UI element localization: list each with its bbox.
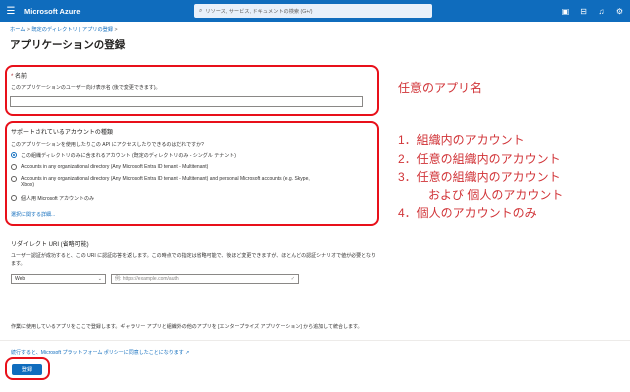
search-placeholder: リソース, サービス, ドキュメントの検索 (G+/) bbox=[205, 8, 313, 15]
redirect-uri-description-1: ユーザー認証が成功すると、この URI に認証応答を返します。この時点での指定は… bbox=[11, 253, 376, 259]
radio-checked-icon[interactable] bbox=[11, 152, 17, 158]
register-button[interactable]: 登録 bbox=[12, 364, 42, 375]
check-icon: ✓ bbox=[290, 276, 295, 282]
name-label: * 名前 bbox=[11, 71, 27, 80]
platform-select-value: Web bbox=[15, 276, 26, 282]
radio-multitenant-personal-label-line1: Accounts in any organizational directory… bbox=[21, 176, 310, 182]
radio-multitenant-personal[interactable]: Accounts in any organizational directory… bbox=[11, 176, 310, 188]
search-input[interactable]: ⌕ リソース, サービス, ドキュメントの検索 (G+/) bbox=[194, 4, 432, 18]
redirect-uri-description-2: ます。 bbox=[11, 261, 26, 267]
top-bar: ☰ Microsoft Azure ⌕ リソース, サービス, ドキュメントの検… bbox=[0, 0, 630, 22]
footer-note-text: 作業に使用しているアプリをここで登録します。ギャラリー アプリと組織外の他のアプ… bbox=[11, 324, 363, 330]
cloud-shell-icon[interactable]: ▣ bbox=[561, 7, 570, 16]
annotation-item-3b: および 個人のアカウント bbox=[428, 188, 564, 202]
radio-multitenant[interactable]: Accounts in any organizational directory… bbox=[11, 164, 208, 170]
page-title: アプリケーションの登録 bbox=[10, 39, 126, 51]
account-types-question: このアプリケーションを使用したりこの API にアクセスしたりできるのはだれです… bbox=[11, 142, 204, 148]
notifications-icon[interactable]: ♫ bbox=[597, 7, 606, 16]
breadcrumb-current[interactable]: 既定のディレクトリ | アプリの登録 bbox=[31, 27, 113, 33]
policy-link[interactable]: 続行すると、Microsoft プラットフォーム ポリシーに同意したことになりま… bbox=[11, 349, 189, 356]
brand-title[interactable]: Microsoft Azure bbox=[24, 7, 80, 16]
directory-filter-icon[interactable]: ⊟ bbox=[579, 7, 588, 16]
redirect-uri-placeholder: 例: https://example.com/auth bbox=[115, 276, 179, 282]
external-link-icon: ↗ bbox=[185, 350, 190, 356]
search-icon: ⌕ bbox=[199, 7, 203, 14]
radio-icon[interactable] bbox=[11, 164, 17, 170]
account-types-highlight-box bbox=[5, 121, 379, 226]
name-description: このアプリケーションのユーザー向け表示名 (後で変更できます)。 bbox=[11, 85, 161, 91]
radio-single-tenant[interactable]: この組織ディレクトリのみに含まれるアカウント (既定のディレクトリのみ - シン… bbox=[11, 152, 236, 159]
top-icons: ▣ ⊟ ♫ ⚙ bbox=[561, 0, 624, 22]
radio-personal-only[interactable]: 個人用 Microsoft アカウントのみ bbox=[11, 195, 94, 202]
chevron-down-icon: ⌄ bbox=[97, 276, 102, 282]
annotation-item-1: 1．組織内のアカウント bbox=[398, 133, 525, 147]
platform-select[interactable]: Web ⌄ bbox=[11, 274, 106, 284]
radio-multitenant-personal-label-line2: Xbox) bbox=[21, 182, 35, 188]
radio-single-tenant-label: この組織ディレクトリのみに含まれるアカウント (既定のディレクトリのみ - シン… bbox=[21, 153, 236, 159]
breadcrumb-trail-separator: > bbox=[113, 27, 118, 33]
redirect-uri-heading: リダイレクト URI (省略可能) bbox=[11, 242, 89, 248]
radio-multitenant-label: Accounts in any organizational directory… bbox=[21, 164, 209, 170]
annotation-app-name: 任意のアプリ名 bbox=[398, 81, 483, 95]
annotation-item-3: 3．任意の組織内のアカウント bbox=[398, 170, 561, 184]
radio-personal-only-label: 個人用 Microsoft アカウントのみ bbox=[21, 196, 95, 202]
radio-icon[interactable] bbox=[11, 195, 17, 201]
more-options-icon[interactable]: ··· bbox=[118, 39, 126, 48]
policy-link-text: 続行すると、Microsoft プラットフォーム ポリシーに同意したことになりま… bbox=[11, 350, 184, 356]
redirect-uri-input[interactable]: 例: https://example.com/auth ✓ bbox=[111, 274, 299, 284]
radio-multitenant-personal-label: Accounts in any organizational directory… bbox=[21, 176, 310, 188]
menu-icon[interactable]: ☰ bbox=[0, 0, 22, 22]
help-link[interactable]: 選択に関する詳細... bbox=[11, 211, 55, 218]
breadcrumb: ホーム > 既定のディレクトリ | アプリの登録 > bbox=[10, 26, 118, 33]
radio-icon[interactable] bbox=[11, 176, 17, 182]
annotation-item-4: 4．個人のアカウントのみ bbox=[398, 206, 537, 220]
name-label-text: 名前 bbox=[15, 74, 28, 80]
divider bbox=[0, 340, 630, 341]
account-types-heading: サポートされているアカウントの種類 bbox=[11, 130, 113, 136]
footer-note: 作業に使用しているアプリをここで登録します。ギャラリー アプリと組織外の他のアプ… bbox=[11, 323, 363, 330]
settings-icon[interactable]: ⚙ bbox=[615, 7, 624, 16]
breadcrumb-home[interactable]: ホーム bbox=[10, 27, 25, 33]
annotation-item-2: 2．任意の組織内のアカウント bbox=[398, 152, 561, 166]
name-field[interactable] bbox=[10, 96, 363, 107]
required-mark: * bbox=[11, 74, 14, 80]
